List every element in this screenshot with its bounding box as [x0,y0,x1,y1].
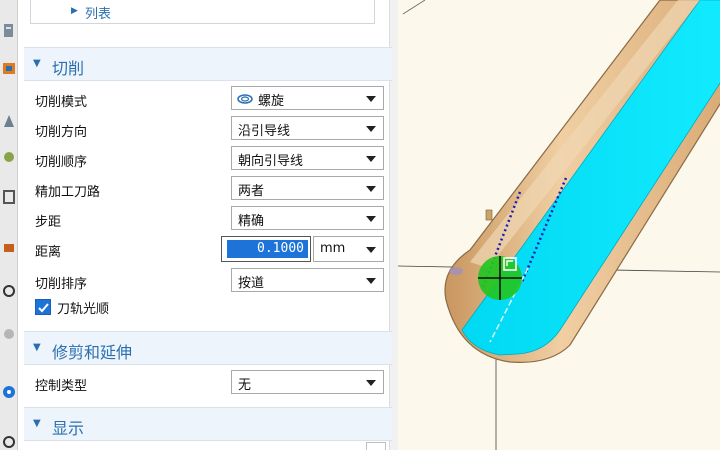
tool-icon-4[interactable] [2,148,16,166]
collapse-icon[interactable]: ▼ [33,58,41,69]
cut-order-select[interactable]: 朝向引导线 [231,146,384,170]
section-display-title: 显示 [52,419,85,438]
start-marker [485,209,493,221]
list-group[interactable]: ▶ 列表 [30,0,375,24]
finish-pass-value: 两者 [238,184,265,199]
section-trim-title: 修剪和延伸 [52,343,133,362]
chevron-down-icon [366,247,376,253]
control-type-label: 控制类型 [35,379,88,394]
distance-label: 距离 [35,245,62,260]
spiral-icon [237,94,253,104]
tool-icon-3[interactable] [2,112,16,130]
control-type-select[interactable]: 无 [231,370,384,394]
cut-sort-label: 切削排序 [35,277,88,292]
tool-icon-8[interactable] [2,325,16,343]
section-trim-header[interactable]: ▼ 修剪和延伸 [24,331,392,365]
finish-pass-label: 精加工刀路 [35,185,101,200]
cut-order-value: 朝向引导线 [238,154,304,169]
tool-icon-7[interactable] [2,282,16,300]
display-color-swatch[interactable] [366,442,386,450]
section-cut-header[interactable]: ▼ 切削 [24,47,392,81]
chevron-down-icon [366,126,376,132]
stepover-label: 步距 [35,215,62,230]
cut-mode-select[interactable]: 螺旋 [231,86,384,110]
smooth-path-checkbox[interactable] [35,299,51,315]
chevron-down-icon [366,380,376,386]
expand-icon[interactable]: ▶ [71,6,78,16]
distance-input[interactable]: 0.1000 [221,236,311,262]
tool-icon-1[interactable] [2,22,16,40]
entry-marker [449,267,463,275]
tool-icon-2[interactable] [2,60,16,78]
chevron-down-icon [366,156,376,162]
control-type-value: 无 [238,378,252,393]
cut-direction-label: 切削方向 [35,125,88,140]
section-display-header[interactable]: ▼ 显示 [24,407,392,441]
cut-sort-select[interactable]: 按道 [231,268,384,292]
part-model-view[interactable] [398,0,720,450]
chevron-down-icon [366,96,376,102]
finish-pass-select[interactable]: 两者 [231,176,384,200]
chevron-down-icon [366,216,376,222]
stepover-value: 精确 [238,214,265,229]
cut-direction-select[interactable]: 沿引导线 [231,116,384,140]
sketch-line-corner [402,0,426,15]
check-icon [38,303,49,313]
cut-direction-value: 沿引导线 [238,124,291,139]
stepover-select[interactable]: 精确 [231,206,384,230]
chevron-down-icon [366,186,376,192]
tool-icon-6[interactable] [2,238,16,256]
collapse-icon[interactable]: ▼ [33,342,41,353]
graphics-window[interactable] [398,0,720,450]
list-label: 列表 [85,7,112,22]
tool-icon-5[interactable] [2,188,16,206]
distance-unit-value: mm [320,241,346,256]
distance-unit-select[interactable]: mm [313,236,384,262]
tool-icon-10[interactable] [2,432,16,450]
toolbar-strip [0,0,18,450]
smooth-path-label: 刀轨光顺 [57,302,110,317]
cut-order-label: 切削顺序 [35,155,88,170]
collapse-icon[interactable]: ▼ [33,418,41,429]
tool-icon-9[interactable] [2,383,16,401]
cut-mode-label: 切削模式 [35,95,88,110]
cut-sort-value: 按道 [238,276,265,291]
distance-value: 0.1000 [257,241,304,256]
section-cut-title: 切削 [52,59,85,78]
cut-mode-value: 螺旋 [258,94,285,109]
chevron-down-icon [366,278,376,284]
